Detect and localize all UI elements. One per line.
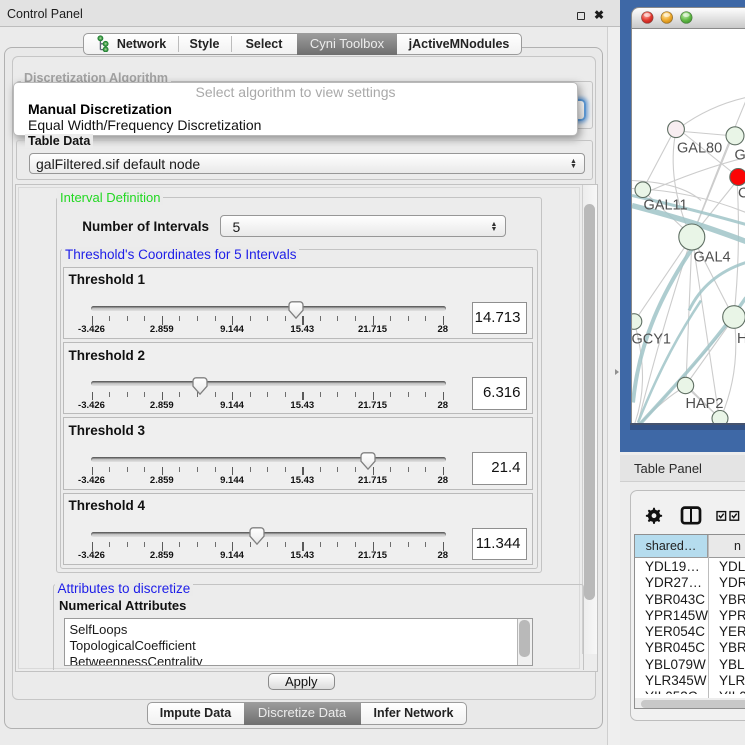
svg-text:G.: G. (735, 147, 745, 163)
svg-text:H: H (737, 331, 745, 347)
svg-text:C: C (738, 185, 745, 201)
svg-text:HAP2: HAP2 (686, 396, 724, 412)
svg-text:GAL11: GAL11 (644, 197, 688, 213)
svg-text:GAL80: GAL80 (677, 140, 722, 156)
svg-text:GCY1: GCY1 (632, 331, 671, 347)
svg-text:GAL4: GAL4 (694, 249, 731, 265)
